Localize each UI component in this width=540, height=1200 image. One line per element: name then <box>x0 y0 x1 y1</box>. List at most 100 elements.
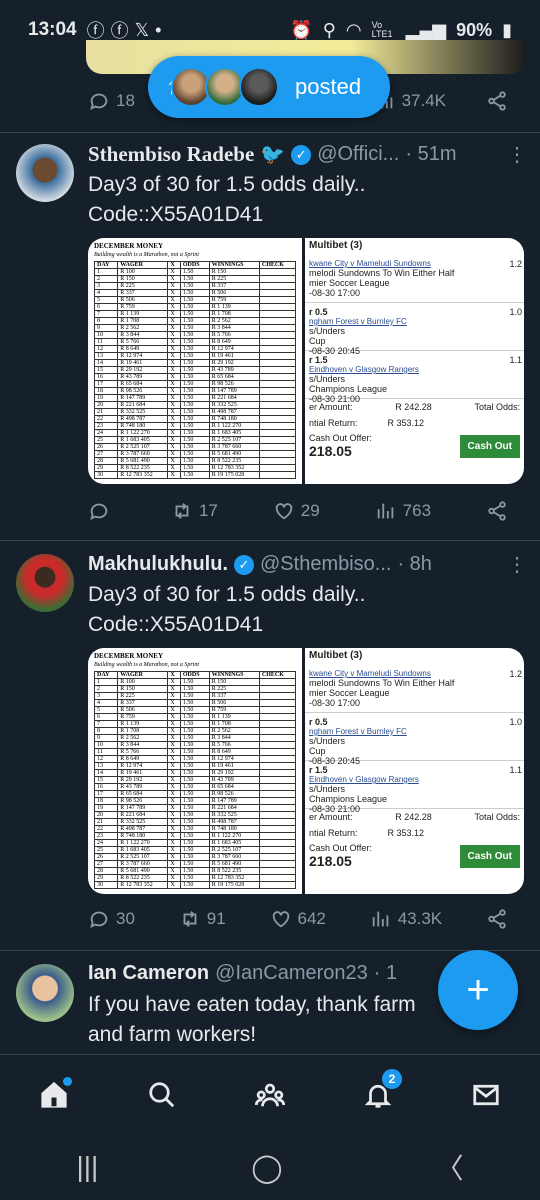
sheet-cell: 1.50 <box>179 387 210 395</box>
tweet-time[interactable]: · 1 <box>374 962 397 985</box>
sheet-row: 2R 150 X 1.50 R 225 <box>93 275 297 283</box>
author-name[interactable]: Ian Cameron <box>88 962 209 985</box>
sheet-cell: R 506 <box>208 289 260 297</box>
author-handle[interactable]: @Offici... <box>317 143 399 166</box>
more-icon[interactable]: ⋮ <box>507 142 528 167</box>
sheet-cell: 1.50 <box>179 797 210 805</box>
compose-button[interactable]: + <box>438 950 518 1030</box>
betslip-image[interactable]: Multibet (3) kwane City v Mameludi Sundo… <box>305 238 524 484</box>
nav-communities[interactable] <box>250 1075 290 1115</box>
sheet-cell: X <box>167 338 181 346</box>
sheet-cell: 1.50 <box>179 734 210 742</box>
sheet-cell: X <box>167 303 181 311</box>
reply-button[interactable]: 18 <box>88 90 135 112</box>
reply-button[interactable] <box>88 500 116 522</box>
sheet-row: 20 R 221 684 X 1.50 R 332 525 <box>93 811 297 819</box>
sheet-cell: R 2 525 107 <box>117 443 169 451</box>
like-button[interactable]: 29 <box>273 500 320 522</box>
sheet-cell <box>258 846 297 854</box>
share-button[interactable] <box>486 908 508 930</box>
sheet-cell: 2 <box>93 685 119 693</box>
sheet-header-row: DAY WAGER X ODDS WINNINGS CHECK <box>93 671 297 679</box>
avatar[interactable] <box>16 554 74 612</box>
sheet-cell: R 332 525 <box>208 401 260 409</box>
sheet-cell: R 8 649 <box>117 345 169 353</box>
sheet-cell: R 3 844 <box>208 324 260 332</box>
sheet-cell: 1.50 <box>179 415 210 423</box>
back-icon[interactable]: 〈 <box>436 1147 464 1187</box>
share-button[interactable] <box>486 90 508 112</box>
nav-messages[interactable] <box>466 1075 506 1115</box>
reply-button[interactable]: 30 <box>88 908 135 930</box>
spreadsheet-image[interactable]: DECEMBER MONEY Building wealth is a Mara… <box>88 238 302 484</box>
sheet-cell <box>258 783 297 791</box>
sheet-cell: 24 <box>93 839 119 847</box>
author-handle[interactable]: @IanCameron23 <box>215 962 368 985</box>
tweet-time[interactable]: · 51m <box>405 143 456 166</box>
sheet-cell: X <box>167 685 181 693</box>
sheet-row: 22 R 498 787 X 1.50 R 748 180 <box>93 415 297 423</box>
sheet-cell: X <box>167 790 181 798</box>
tweet-actions: 30 91 642 43.3K <box>88 908 508 930</box>
betslip-image[interactable]: Multibet (3) kwane City v Mameludi Sundo… <box>305 648 524 894</box>
sheet-cell: R 1 708 <box>208 720 260 728</box>
sheet-cell <box>258 734 297 742</box>
sheet-cell: 1.50 <box>179 373 210 381</box>
nav-home[interactable] <box>34 1075 74 1115</box>
nav-notifications[interactable]: 2 <box>358 1068 402 1115</box>
recent-apps-icon[interactable]: ||| <box>76 1151 98 1183</box>
sheet-cell: 1.50 <box>179 324 210 332</box>
tweet[interactable]: Sthembiso Radebe 🐦 ✓ @Offici... · 51m ⋮ … <box>0 132 540 536</box>
like-button[interactable]: 642 <box>270 908 326 930</box>
sheet-cell: 14 <box>93 359 119 367</box>
author-name[interactable]: Makhulukhulu. <box>88 553 228 576</box>
sheet-cell: R 3 844 <box>117 331 169 339</box>
betslip-leg: r 0.5 ngham Forest v Burnley FC s/Unders Cu… <box>305 713 524 766</box>
views-button[interactable]: 763 <box>375 500 431 522</box>
spreadsheet-image[interactable]: DECEMBER MONEY Building wealth is a Mara… <box>88 648 302 894</box>
sheet-cell: X <box>167 429 181 437</box>
author-handle[interactable]: @Sthembiso... <box>260 553 391 576</box>
sheet-cell: R 332 525 <box>208 811 260 819</box>
system-nav-bar: ||| ◯ 〈 <box>0 1134 540 1200</box>
home-circle-icon[interactable]: ◯ <box>251 1151 282 1184</box>
sheet-cell: R 43 789 <box>117 373 169 381</box>
return-value: R 353.12 <box>387 418 425 428</box>
author-name[interactable]: Sthembiso Radebe <box>88 142 254 167</box>
views-button[interactable]: 43.3K <box>370 908 442 930</box>
share-button[interactable] <box>486 500 508 522</box>
sheet-cell <box>258 338 297 346</box>
new-posts-pill[interactable]: ↑ posted <box>148 56 390 118</box>
tweet-time[interactable]: · 8h <box>397 553 431 576</box>
sheet-cell: R 498 787 <box>208 818 260 826</box>
sheet-cell: X <box>167 310 181 318</box>
cashout-value: 218.05 <box>309 443 352 459</box>
sheet-cell <box>258 310 297 318</box>
sheet-cell <box>258 471 297 479</box>
sheet-cell <box>258 275 297 283</box>
sheet-cell: R 150 <box>208 268 260 276</box>
sheet-cell: 7 <box>93 720 119 728</box>
sheet-cell: R 19 461 <box>208 762 260 770</box>
sheet-cell: X <box>167 296 181 304</box>
leg-odds: 1.1 <box>509 355 522 365</box>
retweet-button[interactable]: 91 <box>179 908 226 930</box>
tweet[interactable]: Makhulukhulu. ✓ @Sthembiso... · 8h ⋮ Day… <box>0 540 540 948</box>
sheet-cell: 14 <box>93 769 119 777</box>
tweet-media[interactable]: DECEMBER MONEY Building wealth is a Mara… <box>88 238 524 484</box>
retweet-button[interactable]: 17 <box>171 500 218 522</box>
avatar[interactable] <box>16 964 74 1022</box>
sheet-cell <box>258 699 297 707</box>
leg-league: Cup <box>309 746 326 756</box>
sheet-cell: 1.50 <box>179 338 210 346</box>
avatar[interactable] <box>16 144 74 202</box>
sheet-cell: X <box>167 699 181 707</box>
sheet-row: 29 R 8 522 235 X 1.50 R 12 783 352 <box>93 874 297 882</box>
sheet-cell: X <box>167 436 181 444</box>
sheet-row: 14 R 19 461 X 1.50 R 29 192 <box>93 359 297 367</box>
tweet-media[interactable]: DECEMBER MONEY Building wealth is a Mara… <box>88 648 524 894</box>
sheet-row: 4R 337 X 1.50 R 506 <box>93 699 297 707</box>
more-icon[interactable]: ⋮ <box>507 552 528 577</box>
sheet-cell: 19 <box>93 394 119 402</box>
nav-search[interactable] <box>142 1075 182 1115</box>
